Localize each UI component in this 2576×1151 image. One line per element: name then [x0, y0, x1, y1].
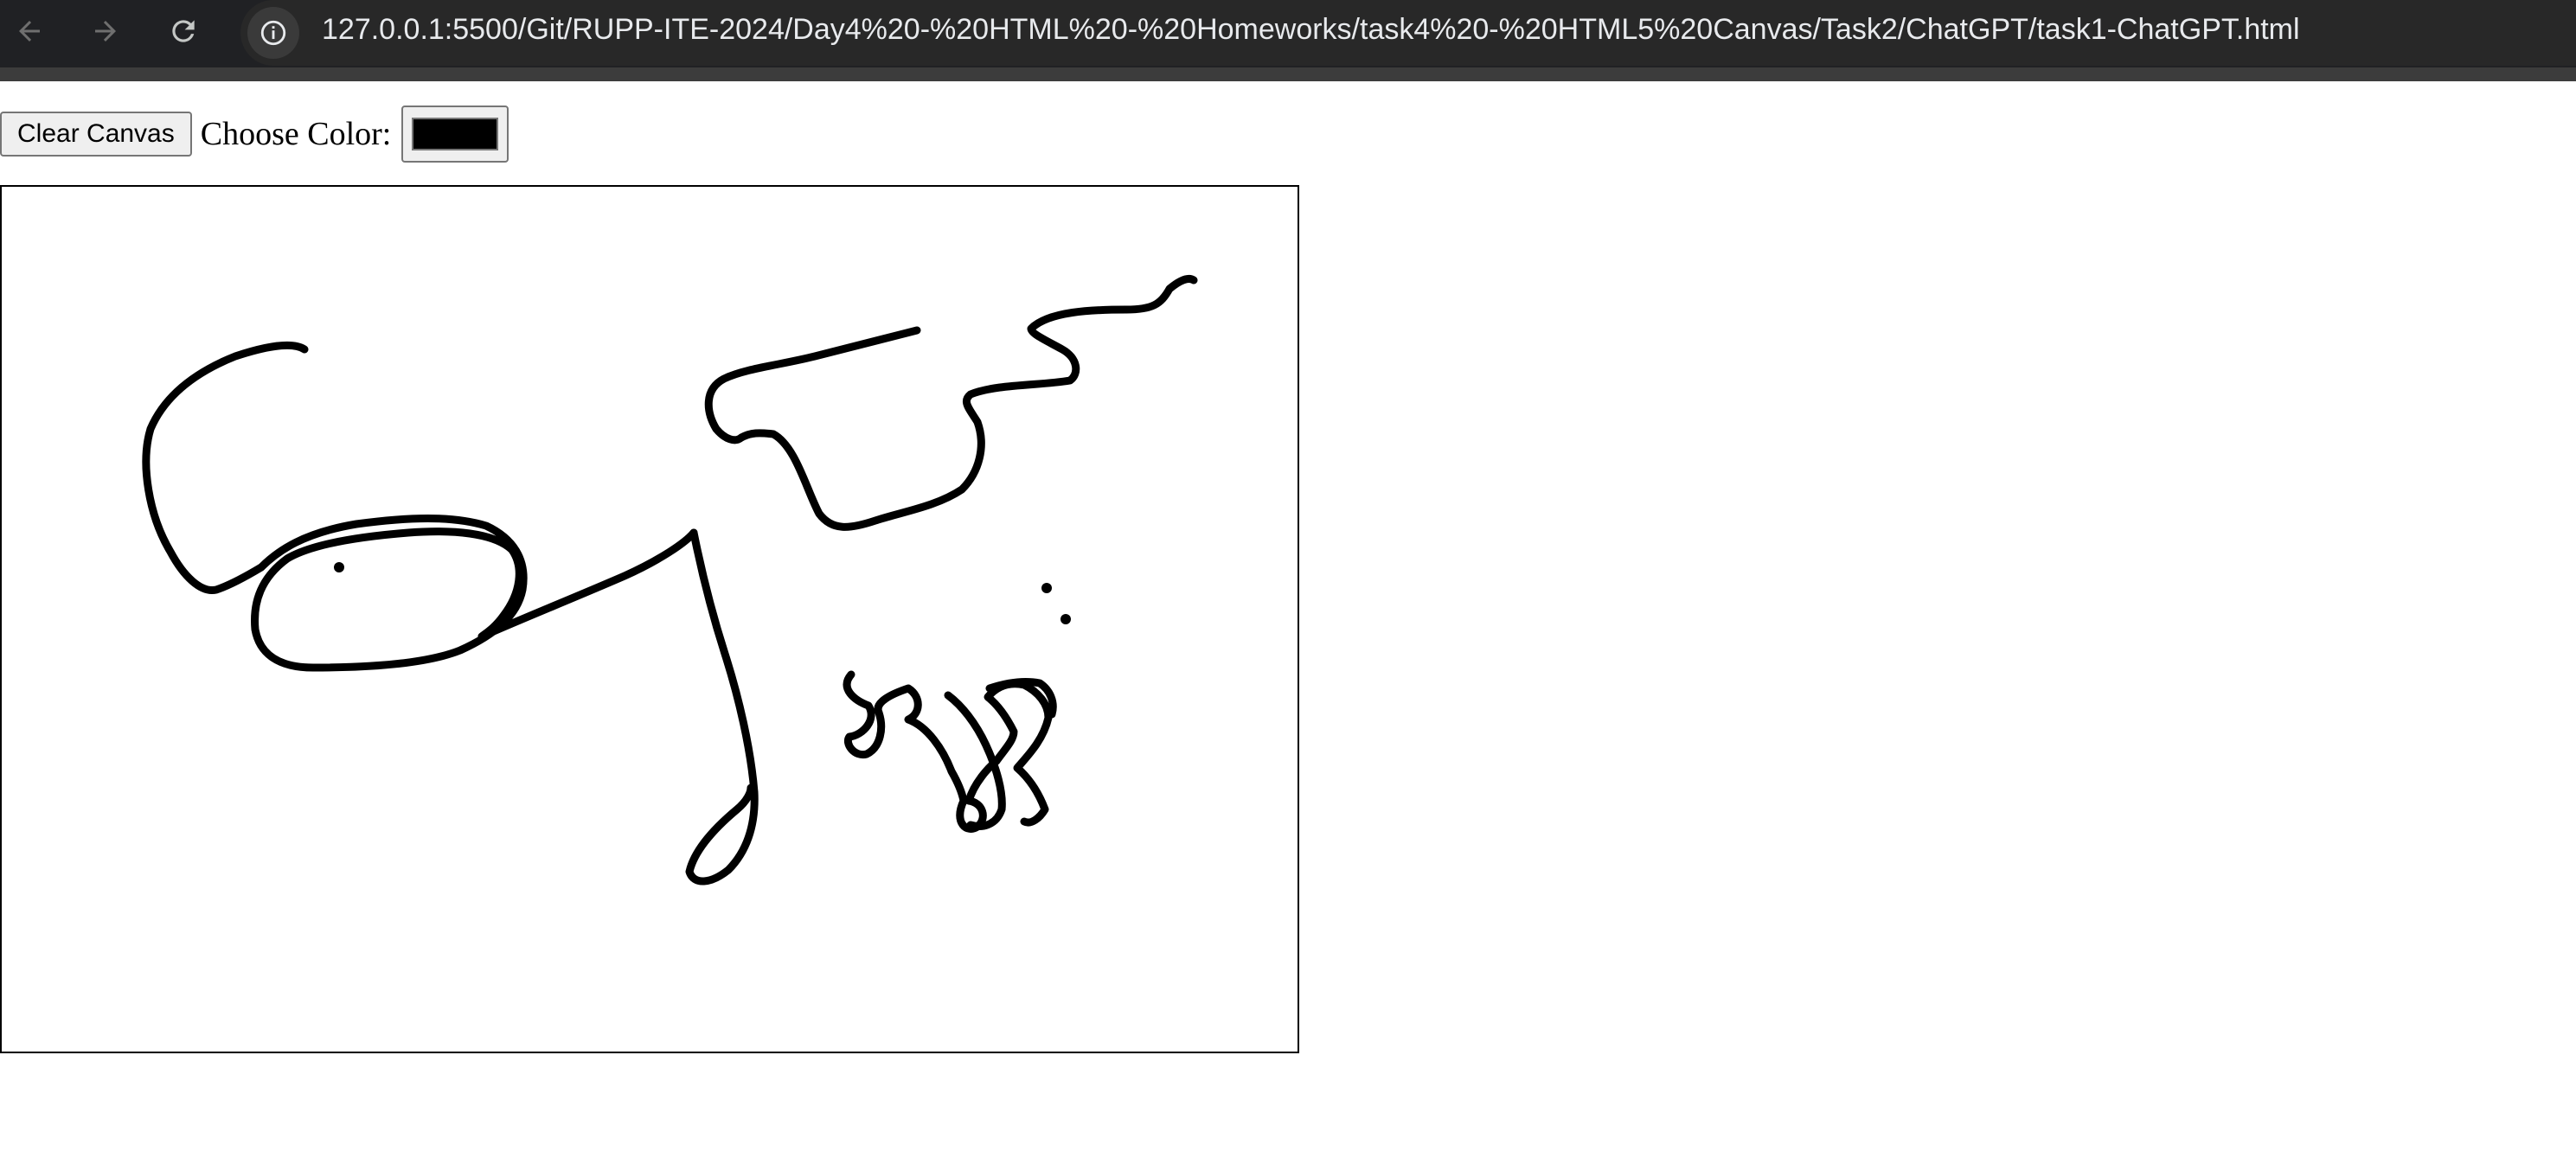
dot-2 — [1041, 583, 1052, 593]
reload-button[interactable] — [159, 7, 208, 55]
color-swatch — [412, 118, 499, 150]
site-info-icon — [260, 20, 286, 46]
url-text[interactable]: 127.0.0.1:5500/Git/RUPP-ITE-2024/Day4%20… — [322, 0, 2300, 59]
clear-canvas-button[interactable]: Clear Canvas — [0, 112, 192, 157]
forward-button[interactable] — [81, 7, 130, 55]
tab-strip-divider — [0, 67, 2576, 81]
browser-toolbar: 127.0.0.1:5500/Git/RUPP-ITE-2024/Day4%20… — [0, 0, 2576, 81]
back-button[interactable] — [5, 7, 54, 55]
reload-icon — [172, 20, 195, 42]
dot-1 — [334, 562, 344, 572]
drawing-canvas[interactable] — [0, 185, 1299, 1053]
dot-3 — [1061, 614, 1071, 624]
stroke-loop — [250, 515, 528, 672]
address-bar[interactable]: 127.0.0.1:5500/Git/RUPP-ITE-2024/Day4%20… — [240, 0, 2576, 66]
back-icon — [19, 21, 40, 42]
stroke-descender — [685, 528, 759, 886]
drawing-toolbar: Clear Canvas Choose Color: — [0, 104, 509, 164]
forward-icon — [95, 21, 116, 42]
canvas-drawing — [142, 274, 1198, 886]
color-picker-input[interactable] — [401, 106, 509, 163]
site-info-button[interactable] — [247, 7, 299, 59]
stroke-top-wave — [704, 274, 1198, 531]
choose-color-label: Choose Color: — [200, 116, 392, 152]
